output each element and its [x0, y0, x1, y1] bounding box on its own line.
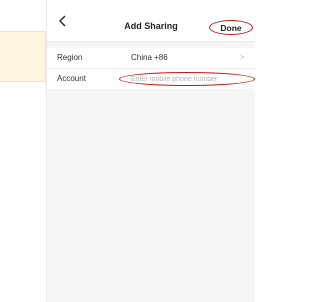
account-label: Account — [57, 74, 86, 83]
navigation-bar: Add Sharing Done — [47, 0, 255, 42]
region-value: China +86 — [131, 53, 168, 62]
account-row: Account — [47, 69, 255, 89]
chevron-right-icon: > — [240, 53, 245, 62]
region-row[interactable]: Region China +86 > — [47, 48, 255, 69]
background-banner — [0, 31, 46, 82]
region-label: Region — [57, 53, 83, 62]
add-sharing-screen: Add Sharing Done Region China +86 > Acco… — [47, 0, 255, 302]
sharing-form: Region China +86 > Account — [47, 48, 255, 89]
background-panel — [0, 0, 47, 302]
phone-number-input[interactable] — [119, 72, 255, 86]
done-button[interactable]: Done — [209, 20, 253, 35]
